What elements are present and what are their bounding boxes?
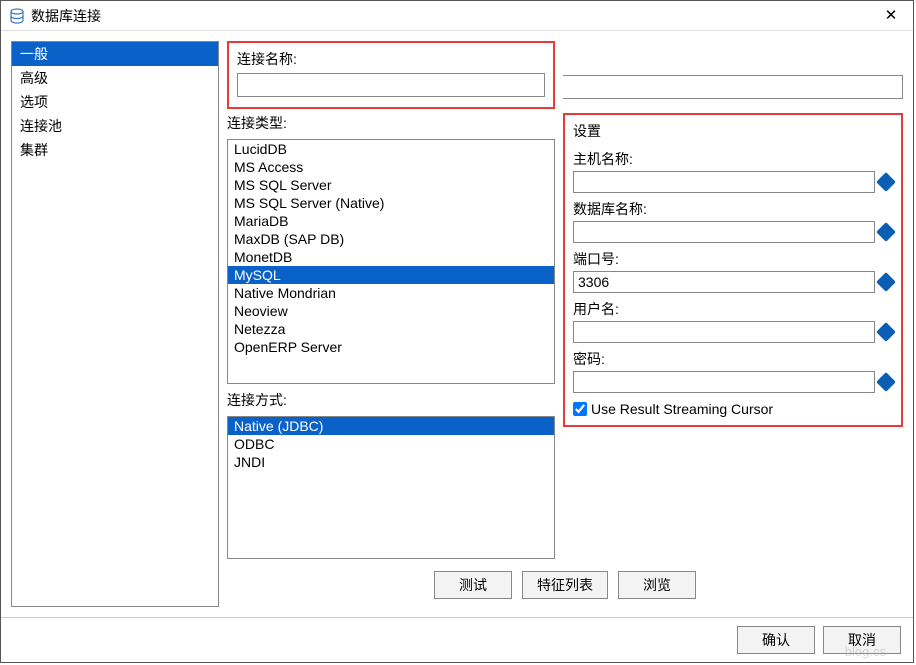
port-field: 端口号: xyxy=(573,249,893,293)
database-variable-icon[interactable] xyxy=(876,222,896,242)
connection-type-item[interactable]: OpenERP Server xyxy=(228,338,554,356)
connection-mode-label: 连接方式: xyxy=(227,390,555,410)
connection-type-item[interactable]: Native Mondrian xyxy=(228,284,554,302)
database-input[interactable] xyxy=(573,221,875,243)
password-variable-icon[interactable] xyxy=(876,372,896,392)
left-column: 连接类型: LucidDBMS AccessMS SQL ServerMS SQ… xyxy=(227,113,555,559)
port-label: 端口号: xyxy=(573,249,893,269)
titlebar: 数据库连接 ✕ xyxy=(1,1,913,31)
host-variable-icon[interactable] xyxy=(876,172,896,192)
test-button[interactable]: 测试 xyxy=(434,571,512,599)
name-row: 连接名称: xyxy=(227,41,903,109)
streaming-cursor-checkbox[interactable] xyxy=(573,402,587,416)
connection-type-item[interactable]: MariaDB xyxy=(228,212,554,230)
sidebar-item-3[interactable]: 连接池 xyxy=(12,114,218,138)
footer: 确认 取消 xyxy=(1,617,913,662)
connection-type-item[interactable]: Netezza xyxy=(228,320,554,338)
password-input[interactable] xyxy=(573,371,875,393)
content-area: 一般高级选项连接池集群 连接名称: 连接类型: LucidDBMS Access… xyxy=(1,31,913,617)
dialog-window: 数据库连接 ✕ 一般高级选项连接池集群 连接名称: 连接类型: LucidDBM… xyxy=(0,0,914,663)
username-input[interactable] xyxy=(573,321,875,343)
database-icon xyxy=(9,8,25,24)
main-panel: 连接名称: 连接类型: LucidDBMS AccessMS SQL Serve… xyxy=(227,41,903,607)
connection-name-label: 连接名称: xyxy=(237,49,545,69)
cancel-button[interactable]: 取消 xyxy=(823,626,901,654)
username-variable-icon[interactable] xyxy=(876,322,896,342)
sidebar-item-4[interactable]: 集群 xyxy=(12,138,218,162)
connection-mode-item[interactable]: JNDI xyxy=(228,453,554,471)
connection-type-item[interactable]: MySQL xyxy=(228,266,554,284)
connection-type-item[interactable]: Neoview xyxy=(228,302,554,320)
connection-type-item[interactable]: MS SQL Server xyxy=(228,176,554,194)
streaming-cursor-label: Use Result Streaming Cursor xyxy=(591,401,773,417)
settings-legend: 设置 xyxy=(573,121,893,141)
sidebar-item-0[interactable]: 一般 xyxy=(12,42,218,66)
window-title: 数据库连接 xyxy=(31,6,869,26)
sidebar-item-1[interactable]: 高级 xyxy=(12,66,218,90)
host-input[interactable] xyxy=(573,171,875,193)
connection-name-input-extend[interactable] xyxy=(563,75,903,99)
host-field: 主机名称: xyxy=(573,149,893,193)
streaming-cursor-row[interactable]: Use Result Streaming Cursor xyxy=(573,401,893,417)
connection-name-block: 连接名称: xyxy=(227,41,555,109)
connection-type-label: 连接类型: xyxy=(227,113,555,133)
connection-type-item[interactable]: MonetDB xyxy=(228,248,554,266)
password-field: 密码: xyxy=(573,349,893,393)
password-label: 密码: xyxy=(573,349,893,369)
database-label: 数据库名称: xyxy=(573,199,893,219)
feature-list-button[interactable]: 特征列表 xyxy=(522,571,608,599)
mid-row: 连接类型: LucidDBMS AccessMS SQL ServerMS SQ… xyxy=(227,113,903,559)
username-label: 用户名: xyxy=(573,299,893,319)
sidebar-item-2[interactable]: 选项 xyxy=(12,90,218,114)
right-column: 设置 主机名称: 数据库名称: xyxy=(563,113,903,559)
port-variable-icon[interactable] xyxy=(876,272,896,292)
close-button[interactable]: ✕ xyxy=(869,2,913,30)
connection-type-item[interactable]: MS SQL Server (Native) xyxy=(228,194,554,212)
connection-type-item[interactable]: MaxDB (SAP DB) xyxy=(228,230,554,248)
connection-name-input[interactable] xyxy=(237,73,545,97)
connection-mode-item[interactable]: ODBC xyxy=(228,435,554,453)
connection-mode-list[interactable]: Native (JDBC)ODBCJNDI xyxy=(227,416,555,559)
browse-button[interactable]: 浏览 xyxy=(618,571,696,599)
settings-panel: 设置 主机名称: 数据库名称: xyxy=(563,113,903,427)
action-buttons: 测试 特征列表 浏览 xyxy=(227,563,903,607)
database-field: 数据库名称: xyxy=(573,199,893,243)
host-label: 主机名称: xyxy=(573,149,893,169)
username-field: 用户名: xyxy=(573,299,893,343)
ok-button[interactable]: 确认 xyxy=(737,626,815,654)
connection-type-item[interactable]: MS Access xyxy=(228,158,554,176)
port-input[interactable] xyxy=(573,271,875,293)
connection-type-list[interactable]: LucidDBMS AccessMS SQL ServerMS SQL Serv… xyxy=(227,139,555,384)
connection-type-item[interactable]: LucidDB xyxy=(228,140,554,158)
sidebar: 一般高级选项连接池集群 xyxy=(11,41,219,607)
connection-mode-item[interactable]: Native (JDBC) xyxy=(228,417,554,435)
